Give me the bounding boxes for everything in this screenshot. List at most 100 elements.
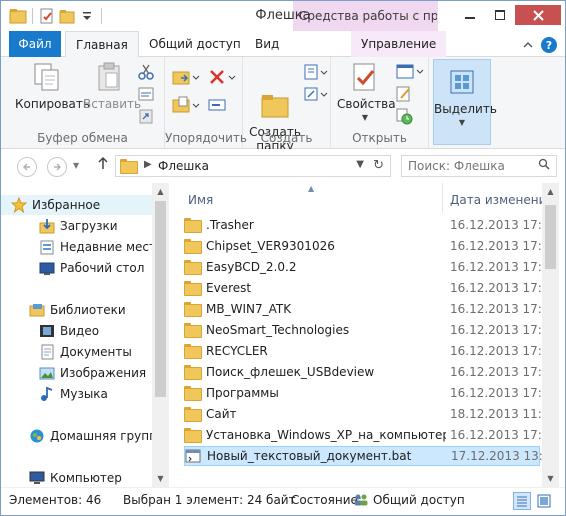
search-icon[interactable] (538, 158, 550, 174)
file-row[interactable]: Chipset_VER9301026 16.12.2013 17:08 (184, 236, 557, 256)
scrollbar-thumb[interactable] (545, 205, 556, 269)
nav-item-computer[interactable]: Компьютер (1, 468, 153, 487)
properties-button[interactable]: Свойства ▼ (337, 61, 396, 125)
rename-button[interactable] (207, 95, 237, 113)
file-row[interactable]: Новый_текстовый_документ.bat 17.12.2013 1… (184, 446, 558, 466)
nav-item-favorites[interactable]: Избранное (1, 195, 153, 215)
open-button[interactable] (395, 63, 425, 81)
chevron-up-icon[interactable] (523, 40, 533, 50)
select-button[interactable]: Выделить ▼ (434, 66, 497, 130)
quick-access-toolbar (9, 7, 105, 25)
address-field[interactable]: ▶ Флешка ▼ ↻ (115, 155, 391, 177)
new-folder-icon (259, 75, 291, 118)
chevron-down-icon[interactable]: ▼ (356, 159, 364, 170)
maximize-button[interactable] (485, 5, 515, 25)
file-row[interactable]: EasyBCD_2.0.2 16.12.2013 17:00 (184, 257, 557, 277)
column-header-name[interactable]: Имя (188, 193, 213, 207)
create-group-label: Создать (260, 131, 313, 145)
nav-item-homegroup[interactable]: Домашняя группа (1, 426, 153, 446)
close-button[interactable] (515, 5, 561, 25)
search-box[interactable] (401, 155, 557, 177)
easy-access-button[interactable] (303, 85, 329, 103)
window-controls (455, 5, 561, 25)
status-item-count: Элементов: 46 (9, 493, 102, 507)
folder-icon (184, 386, 202, 401)
copy-to-button[interactable] (171, 95, 201, 113)
help-icon[interactable]: ? (541, 37, 557, 53)
easy-access-icon (304, 87, 328, 101)
recent-locations-icon[interactable]: ▼ (73, 161, 79, 170)
scroll-down-arrow-icon[interactable]: ▼ (152, 470, 169, 487)
nav-item-pictures[interactable]: Изображения (1, 363, 153, 383)
minimize-button[interactable] (455, 5, 485, 25)
nav-item-music[interactable]: Музыка (1, 384, 153, 404)
properties-icon[interactable] (38, 7, 56, 25)
move-to-icon (172, 71, 200, 85)
file-name: Установка_Windows_XP_на_компьютер... (206, 428, 446, 442)
delete-button[interactable] (207, 67, 237, 85)
file-row[interactable]: .Trasher 16.12.2013 17:00 (184, 215, 557, 235)
cut-button[interactable] (137, 63, 159, 81)
new-folder-icon[interactable] (58, 7, 76, 25)
filelist-scrollbar[interactable]: ▲ ▼ (542, 183, 559, 487)
search-input[interactable] (408, 158, 534, 174)
tab-home[interactable]: Главная (65, 31, 139, 58)
history-button[interactable] (395, 107, 417, 125)
scrollbar-thumb[interactable] (155, 201, 166, 397)
back-button[interactable] (17, 157, 37, 177)
file-row[interactable]: Установка_Windows_XP_на_компьютер... 16.1… (184, 425, 557, 445)
copy-path-button[interactable] (137, 85, 159, 103)
tab-manage[interactable]: Управление (351, 31, 447, 57)
paste-shortcut-button[interactable] (137, 107, 159, 125)
navigation-pane: Избранное Загрузки Недавние места Рабочи… (1, 183, 169, 487)
toolbar-separator (101, 8, 102, 24)
address-path[interactable]: Флешка (158, 159, 209, 173)
scroll-up-arrow-icon[interactable]: ▲ (152, 183, 169, 200)
tab-file[interactable]: Файл (9, 31, 61, 57)
file-row[interactable]: Everest 16.12.2013 17:00 (184, 278, 557, 298)
nav-item-desktop[interactable]: Рабочий стол (1, 258, 153, 278)
column-divider[interactable] (442, 183, 443, 213)
status-state: Общий доступ (353, 493, 465, 507)
file-name: Программы (206, 386, 279, 400)
minimize-icon (465, 17, 475, 19)
close-icon (532, 9, 544, 21)
nav-item-libraries[interactable]: Библиотеки (1, 300, 153, 320)
pictures-icon (39, 365, 55, 381)
scroll-down-arrow-icon[interactable]: ▼ (542, 470, 559, 487)
folder-icon (184, 323, 202, 338)
file-row[interactable]: Программы 16.12.2013 17:00 (184, 383, 557, 403)
forward-button[interactable] (47, 157, 67, 177)
paste-shortcut-icon (139, 109, 153, 124)
file-row[interactable]: MB_WIN7_ATK 16.12.2013 17:00 (184, 299, 557, 319)
paste-button[interactable]: Вставить (83, 61, 141, 111)
new-item-button[interactable] (303, 63, 329, 81)
nav-item-recent-places[interactable]: Недавние места (1, 237, 153, 257)
edit-button[interactable] (395, 85, 417, 103)
navpane-scrollbar[interactable]: ▲ ▼ (152, 183, 169, 487)
move-to-button[interactable] (171, 67, 201, 85)
tab-share[interactable]: Общий доступ (139, 31, 251, 57)
nav-item-documents[interactable]: Документы (1, 342, 153, 362)
file-row[interactable]: NeoSmart_Technologies 16.12.2013 17:00 (184, 320, 557, 340)
refresh-icon[interactable]: ↻ (373, 158, 384, 173)
file-row[interactable]: Сайт 18.12.2013 11:06 (184, 404, 557, 424)
up-button[interactable] (97, 156, 109, 174)
file-row[interactable]: Поиск_флешек_USBdeview 16.12.2013 17:00 (184, 362, 557, 382)
organize-group-label: Упорядочить (165, 131, 247, 145)
scroll-up-arrow-icon[interactable]: ▲ (542, 183, 559, 200)
file-row[interactable]: RECYCLER 16.12.2013 17:00 (184, 341, 557, 361)
tab-view[interactable]: Вид (245, 31, 289, 57)
details-view-button[interactable] (513, 492, 531, 510)
chevron-right-icon[interactable]: ▶ (144, 159, 152, 170)
copy-button[interactable]: Копировать (15, 61, 90, 111)
customize-qat-icon[interactable] (78, 7, 96, 25)
clipboard-group-label: Буфер обмена (37, 131, 128, 145)
paste-label: Вставить (83, 97, 142, 111)
nav-item-downloads[interactable]: Загрузки (1, 216, 153, 236)
large-icons-view-button[interactable] (535, 492, 553, 510)
folder-icon (9, 7, 27, 25)
column-header-date[interactable]: Дата изменения (450, 193, 554, 207)
nav-item-video[interactable]: Видео (1, 321, 153, 341)
computer-icon (29, 470, 45, 486)
